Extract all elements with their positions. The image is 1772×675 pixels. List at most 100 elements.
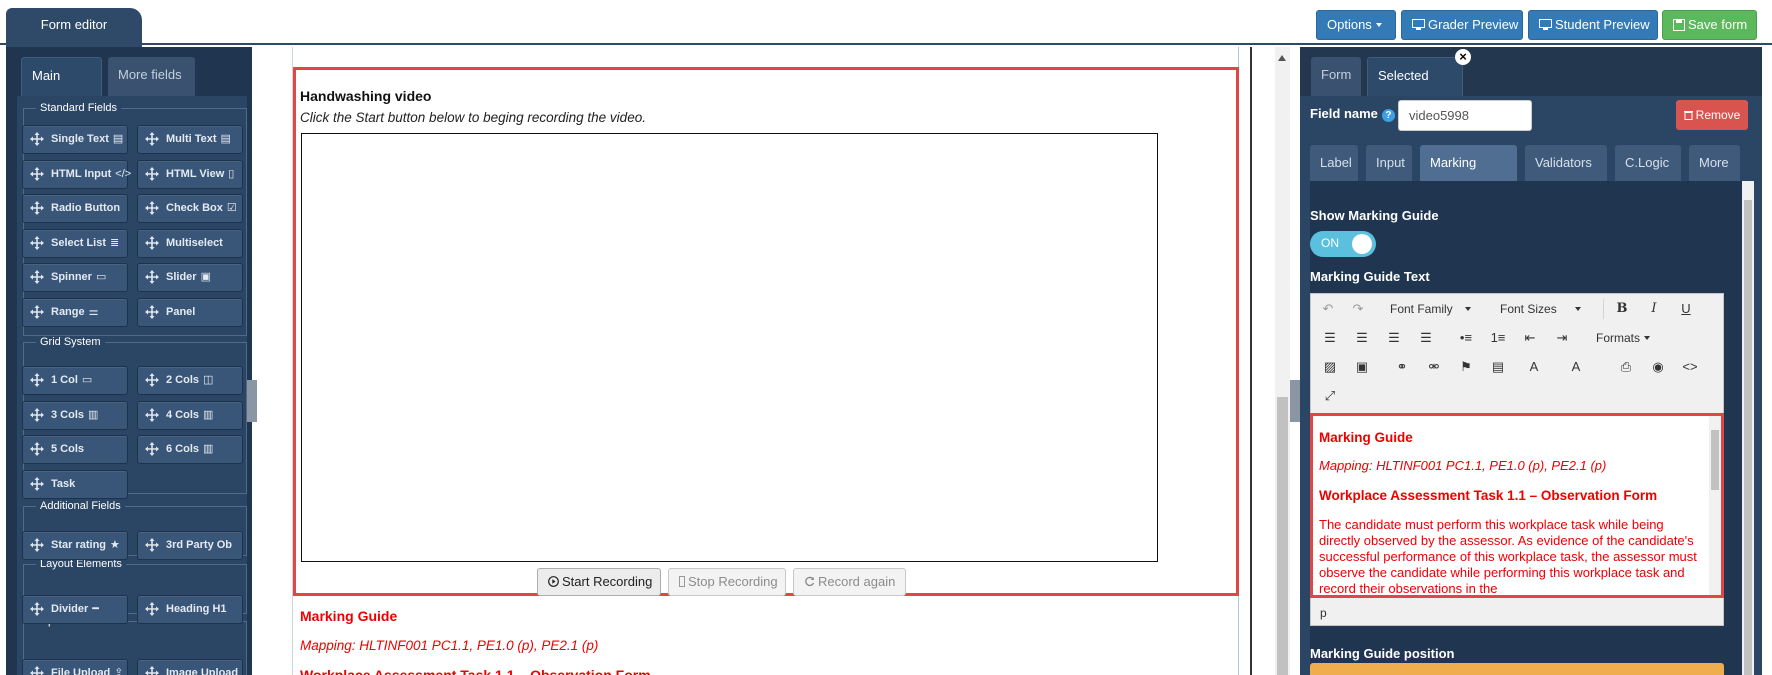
save-form-button[interactable]: Save form xyxy=(1662,10,1757,40)
image-icon[interactable]: ▨ xyxy=(1318,356,1342,378)
play-circle-icon xyxy=(548,576,559,587)
options-button[interactable]: Options xyxy=(1316,10,1396,40)
palette-standard-item[interactable]: HTML Input </> xyxy=(22,160,131,189)
palette-grid-item[interactable]: 1 Col ▭ xyxy=(22,366,128,395)
remove-button[interactable]: Remove xyxy=(1676,100,1748,130)
start-recording-button[interactable]: Start Recording xyxy=(537,568,661,596)
palette-upload-item[interactable]: File Upload ⇪ xyxy=(22,659,128,675)
marking-guide-position-buttons[interactable] xyxy=(1310,663,1724,675)
media-icon[interactable]: ▣ xyxy=(1350,356,1374,378)
align-left-icon[interactable]: ☰ xyxy=(1318,327,1342,349)
preview-icon[interactable]: ◉ xyxy=(1646,356,1670,378)
palette-standard-item[interactable]: Single Text ▤ xyxy=(22,125,128,154)
palette-item-label: 4 Cols xyxy=(166,409,200,421)
sliders-icon: ⚌ xyxy=(88,306,99,318)
editor-marking-guide-mapping: Mapping: HLTINF001 PC1.1, PE1.0 (p), PE2… xyxy=(1319,458,1607,473)
bullet-list-icon[interactable]: •≡ xyxy=(1454,327,1478,349)
palette-item-label: Slider xyxy=(166,271,197,283)
editor-scroll-thumb[interactable] xyxy=(1711,430,1719,490)
palette-standard-item[interactable]: Multiselect xyxy=(137,229,243,258)
font-family-dropdown[interactable]: Font Family xyxy=(1390,298,1471,320)
help-icon[interactable]: ? xyxy=(1381,109,1395,122)
tab-more-fields[interactable]: More fields xyxy=(108,57,195,96)
palette-standard-item[interactable]: Range ⚌ xyxy=(22,298,128,327)
palette-standard-item[interactable]: Slider ▣ xyxy=(137,263,243,292)
palette-grid-item[interactable]: 3 Cols ▥ xyxy=(22,401,128,430)
palette-grid-item[interactable]: 2 Cols ◫ xyxy=(137,366,243,395)
tab-main-fields[interactable]: Main fields xyxy=(21,57,102,119)
align-center-icon[interactable]: ☰ xyxy=(1350,327,1374,349)
undo-icon[interactable]: ↶ xyxy=(1316,298,1340,320)
remove-label: Remove xyxy=(1695,108,1741,122)
palette-grid-item[interactable]: Task xyxy=(22,470,128,499)
palette-item-label: 6 Cols xyxy=(166,443,200,455)
three-col-icon: ▥ xyxy=(88,409,99,421)
palette-additional-item[interactable]: 3rd Party Ob xyxy=(137,531,243,560)
align-justify-icon[interactable]: ☰ xyxy=(1414,327,1438,349)
canvas-border xyxy=(1250,47,1252,675)
font-sizes-dropdown[interactable]: Font Sizes xyxy=(1500,298,1581,320)
bookmark-icon[interactable]: ⚑ xyxy=(1454,356,1478,378)
collapse-left-handle[interactable] xyxy=(247,380,257,422)
canvas-scroll-thumb[interactable] xyxy=(1277,397,1288,675)
toggle-knob xyxy=(1352,234,1372,254)
move-icon xyxy=(30,373,44,387)
palette-standard-item[interactable]: Select List ≣ xyxy=(22,229,128,258)
bold-icon[interactable]: B xyxy=(1610,298,1634,320)
subtab-c-logic[interactable]: C.Logic xyxy=(1615,145,1681,181)
six-col-icon: ▥ xyxy=(203,443,214,455)
subtab-validators[interactable]: Validators xyxy=(1525,145,1607,181)
unlink-icon[interactable]: ⚮ xyxy=(1422,356,1446,378)
align-right-icon[interactable]: ☰ xyxy=(1382,327,1406,349)
tab-form[interactable]: Form xyxy=(1311,57,1361,96)
redo-icon[interactable]: ↷ xyxy=(1346,298,1370,320)
subtab-marking-guide[interactable]: Marking Guide xyxy=(1420,145,1517,206)
palette-layout-item[interactable]: Heading H1 xyxy=(137,595,243,624)
palette-grid-item[interactable]: 4 Cols ▥ xyxy=(137,401,243,430)
outdent-icon[interactable]: ⇤ xyxy=(1518,327,1542,349)
move-icon xyxy=(30,167,44,181)
palette-standard-item[interactable]: Panel xyxy=(137,298,243,327)
palette-standard-item[interactable]: Multi Text ▤ xyxy=(137,125,243,154)
italic-icon[interactable]: I xyxy=(1642,298,1666,320)
palette-grid-item[interactable]: 5 Cols xyxy=(22,435,128,464)
caret-down-icon xyxy=(1464,307,1471,311)
collapse-right-handle[interactable] xyxy=(1290,380,1300,422)
subtab-input[interactable]: Input xyxy=(1366,145,1412,181)
link-icon[interactable]: ⚭ xyxy=(1390,356,1414,378)
numbered-list-icon[interactable]: 1≡ xyxy=(1486,327,1510,349)
subtab-more[interactable]: More xyxy=(1689,145,1740,181)
indent-icon[interactable]: ⇥ xyxy=(1550,327,1574,349)
palette-layout-item[interactable]: Divider ━ xyxy=(22,595,128,624)
subtab-label[interactable]: Label xyxy=(1310,145,1358,181)
tab-selected-field[interactable]: Selected Field xyxy=(1367,57,1463,119)
close-icon[interactable]: × xyxy=(1455,49,1471,65)
stop-recording-button[interactable]: Stop Recording xyxy=(668,568,786,596)
text-color-icon[interactable]: A xyxy=(1522,356,1546,378)
palette-upload-item[interactable]: Image Upload xyxy=(137,659,243,675)
palette-standard-item[interactable]: Check Box ☑ xyxy=(137,194,243,223)
formats-dropdown[interactable]: Formats xyxy=(1596,327,1651,349)
paste-icon[interactable]: ▤ xyxy=(1486,356,1510,378)
marking-guide-editor-content[interactable]: Marking Guide Mapping: HLTINF001 PC1.1, … xyxy=(1310,413,1724,598)
palette-grid-item[interactable]: 6 Cols ▥ xyxy=(137,435,243,464)
student-preview-button[interactable]: Student Preview xyxy=(1528,10,1658,40)
underline-icon[interactable]: U xyxy=(1674,298,1698,320)
grader-preview-button[interactable]: Grader Preview xyxy=(1401,10,1523,40)
background-color-icon[interactable]: A xyxy=(1564,356,1588,378)
toolbar-separator xyxy=(1603,299,1604,319)
source-code-icon[interactable]: <> xyxy=(1678,356,1702,378)
spinner-icon: ▭ xyxy=(95,271,107,283)
palette-standard-item[interactable]: Spinner ▭ xyxy=(22,263,128,292)
field-name-input[interactable]: video5998 xyxy=(1398,100,1532,131)
palette-standard-item[interactable]: Radio Button xyxy=(22,194,128,223)
palette-standard-item[interactable]: HTML View ▯ xyxy=(137,160,243,189)
record-again-button[interactable]: Record again xyxy=(793,568,906,596)
tab-form-editor[interactable]: Form editor xyxy=(6,8,142,47)
panel-scroll-thumb[interactable] xyxy=(1744,200,1752,675)
scroll-up-icon[interactable] xyxy=(1278,55,1286,61)
print-icon[interactable]: ⎙ xyxy=(1614,356,1638,378)
fullscreen-icon[interactable]: ⤢ xyxy=(1318,385,1342,407)
palette-additional-item[interactable]: Star rating ★ xyxy=(22,531,128,560)
show-marking-guide-toggle[interactable]: ON xyxy=(1310,231,1376,257)
